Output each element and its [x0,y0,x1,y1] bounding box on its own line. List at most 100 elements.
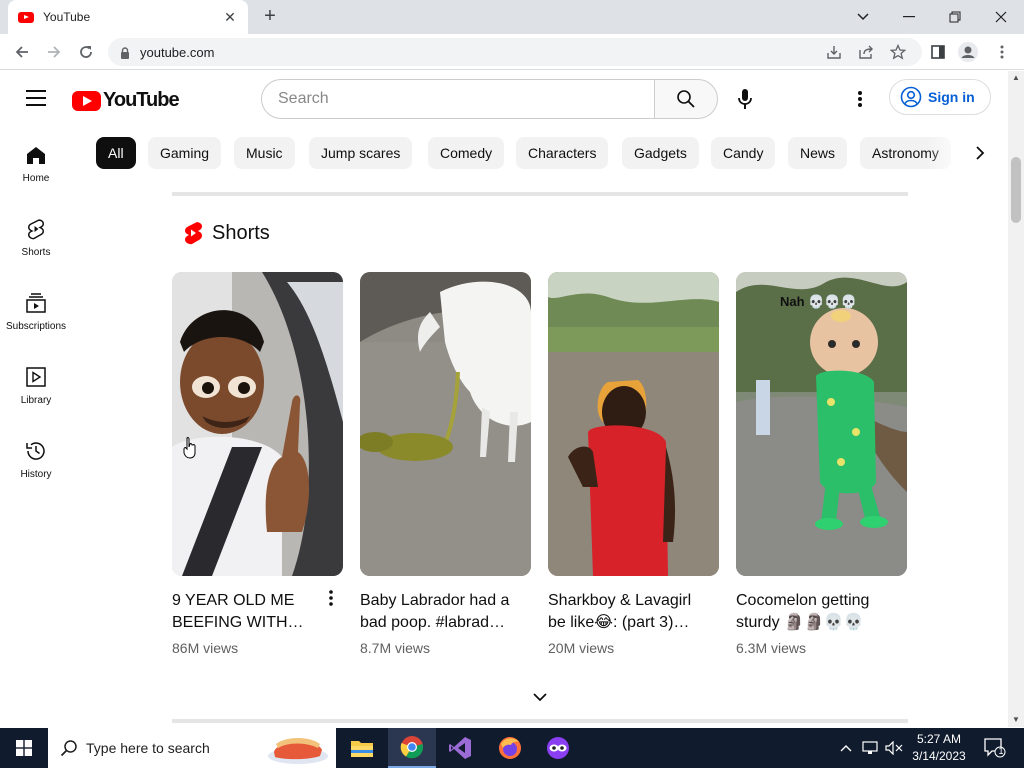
chip-all[interactable]: All [96,137,136,169]
short-thumbnail[interactable]: Nah 💀💀💀 [736,272,907,576]
short-views: 6.3M views [736,640,807,656]
folder-icon [351,741,373,757]
more-vert-icon [329,590,333,606]
browser-tab[interactable]: YouTube ✕ [8,0,248,34]
chrome-icon [400,736,424,759]
guide-item-library[interactable]: Library [0,349,72,423]
short-title[interactable]: 9 YEAR OLD ME BEEFING WITH… [172,590,322,634]
youtube-logo[interactable]: YouTube [72,89,180,112]
side-panel-icon[interactable] [928,42,948,62]
chip-characters[interactable]: Characters [516,137,609,169]
forward-button[interactable] [42,40,66,64]
back-button[interactable] [10,40,34,64]
chip-news[interactable]: News [788,137,848,169]
short-card[interactable]: Sharkboy & Lavagirl be like😂: (part 3)… … [548,272,719,656]
youtube-logo-text: YouTube [103,89,180,111]
guide-menu-icon[interactable] [26,90,46,106]
short-title[interactable]: Cocomelon getting sturdy 🗿🗿💀💀 [736,590,886,634]
lock-icon[interactable] [120,46,130,59]
youtube-favicon-icon [18,11,34,23]
chip-candy[interactable]: Candy [711,137,776,169]
show-hidden-icons-button[interactable] [838,728,854,768]
browser-tab-strip: YouTube ✕ + [0,0,1024,34]
chip-next-button[interactable] [968,141,992,165]
network-icon[interactable] [860,728,880,768]
chevron-up-icon [840,745,852,752]
section-divider [172,719,908,723]
chip-music[interactable]: Music [234,137,295,169]
guide-item-home[interactable]: Home [0,127,72,201]
short-more-actions-button[interactable] [324,590,338,610]
browser-menu-icon[interactable] [992,42,1012,62]
short-overlay-text: Nah 💀💀💀 [780,294,857,309]
taskbar-search-box[interactable]: Type here to search [48,728,336,768]
youtube-page: YouTube Search Sign in Home Shorts Subsc… [0,71,1008,727]
mask-app[interactable] [534,728,582,768]
file-explorer-app[interactable] [338,728,386,768]
firefox-app[interactable] [486,728,534,768]
masthead: YouTube Search Sign in [0,71,1008,127]
sign-in-button[interactable]: Sign in [889,79,991,115]
reload-button[interactable] [74,40,98,64]
tab-search-icon[interactable] [840,0,886,34]
show-more-button[interactable] [530,689,550,705]
chip-bar: All Gaming Music Jump scares Comedy Char… [96,137,996,171]
restore-button[interactable] [932,0,978,34]
microphone-icon [738,89,752,109]
short-thumbnail[interactable] [548,272,719,576]
address-bar[interactable]: youtube.com [108,38,922,66]
bookmark-star-icon[interactable] [888,42,908,62]
search-button[interactable] [654,79,718,119]
share-icon[interactable] [856,42,876,62]
chrome-app[interactable] [388,728,436,768]
scroll-down-arrow-icon[interactable]: ▼ [1012,715,1020,724]
windows-logo-icon [16,740,32,756]
url-text: youtube.com [140,44,215,60]
browser-toolbar: youtube.com [0,34,1024,70]
guide-item-shorts[interactable]: Shorts [0,201,72,275]
short-title[interactable]: Sharkboy & Lavagirl be like😂: (part 3)… [548,590,698,634]
short-card[interactable]: Nah 💀💀💀 Cocomelon getting sturdy 🗿🗿💀💀 6.… [736,272,907,656]
guide-item-label: Library [20,395,52,406]
tab-close-icon[interactable]: ✕ [222,9,238,26]
chip-gadgets[interactable]: Gadgets [622,137,699,169]
guide-item-history[interactable]: History [0,423,72,497]
shorts-logo-icon [185,222,202,245]
visual-studio-app[interactable] [436,728,484,768]
settings-menu-button[interactable] [848,87,872,111]
close-window-button[interactable] [978,0,1024,34]
chip-jump-scares[interactable]: Jump scares [309,137,413,169]
youtube-logo-icon [72,90,101,111]
scrollbar-thumb[interactable] [1011,157,1021,223]
chip-comedy[interactable]: Comedy [428,137,505,169]
short-views: 20M views [548,640,615,656]
install-app-icon[interactable] [824,42,844,62]
history-icon [24,439,48,463]
shorts-heading: Shorts [212,221,270,244]
short-thumbnail[interactable] [172,272,343,576]
short-thumbnail[interactable] [360,272,531,576]
short-card[interactable]: Baby Labrador had a bad poop. #labrad… 8… [360,272,531,656]
guide-item-subscriptions[interactable]: Subscriptions [0,275,72,349]
library-icon [24,365,48,389]
profile-avatar-icon[interactable] [958,42,978,62]
chip-gaming[interactable]: Gaming [148,137,222,169]
new-tab-button[interactable]: + [258,5,282,28]
search-placeholder: Search [278,90,329,107]
search-input[interactable]: Search [261,79,655,119]
scroll-up-arrow-icon[interactable]: ▲ [1012,73,1020,82]
chevron-down-icon [533,693,547,702]
account-circle-icon [900,86,922,108]
short-views: 8.7M views [360,640,431,656]
taskbar-clock[interactable]: 5:27 AM 3/14/2023 [900,731,978,765]
start-button[interactable] [0,728,48,768]
hand-cursor-icon [183,437,196,459]
short-title[interactable]: Baby Labrador had a bad poop. #labrad… [360,590,510,634]
sign-in-label: Sign in [928,89,975,105]
page-scrollbar[interactable]: ▲ ▼ [1008,71,1024,727]
clock-time: 5:27 AM [916,732,962,746]
minimize-button[interactable] [886,0,932,34]
home-icon [24,143,48,167]
voice-search-button[interactable] [733,87,757,111]
short-card[interactable]: 9 YEAR OLD ME BEEFING WITH… 86M views [172,272,343,656]
